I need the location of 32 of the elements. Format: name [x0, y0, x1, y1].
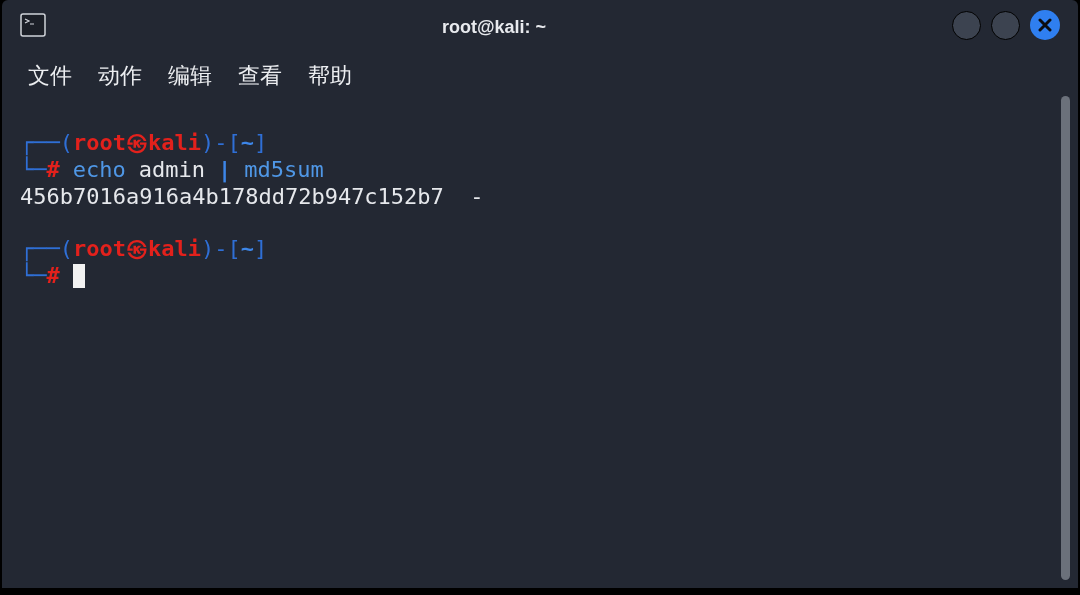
- prompt-user-host: root㉿kali: [73, 130, 201, 157]
- terminal-icon: [20, 13, 46, 37]
- command-text: md5sum: [244, 156, 324, 183]
- close-icon: [1038, 18, 1052, 32]
- close-button[interactable]: [1030, 10, 1060, 40]
- scrollbar[interactable]: [1061, 96, 1070, 580]
- prompt-directory: ~: [240, 130, 254, 157]
- prompt-symbol: #: [46, 156, 60, 183]
- prompt-symbol: #: [46, 262, 60, 289]
- prompt-directory: ~: [240, 236, 254, 263]
- menu-item[interactable]: 查看: [238, 58, 282, 92]
- prompt-frame: └─: [20, 156, 47, 183]
- menu-item[interactable]: 文件: [28, 58, 72, 92]
- text-cursor: [72, 263, 85, 288]
- prompt-frame: ┌──(: [20, 236, 73, 263]
- prompt-frame: └─: [20, 262, 47, 289]
- prompt-user-host: root㉿kali: [73, 236, 201, 263]
- prompt-frame: ┌──(: [20, 130, 73, 157]
- menu-item[interactable]: 帮助: [308, 58, 352, 92]
- prompt-frame: )-[: [200, 130, 241, 157]
- prompt-frame: )-[: [200, 236, 241, 263]
- menu-item[interactable]: 编辑: [168, 58, 212, 92]
- window-title: root@kali: ~: [442, 16, 547, 39]
- argument-text: admin: [138, 156, 205, 183]
- command-text: echo: [72, 156, 126, 183]
- output-text: 456b7016a916a4b178dd72b947c152b7 -: [20, 184, 484, 211]
- prompt-frame: ]: [253, 236, 268, 263]
- pipe-symbol: |: [217, 156, 232, 183]
- prompt-frame: ]: [253, 130, 268, 157]
- minimize-button[interactable]: [952, 10, 981, 40]
- maximize-button[interactable]: [991, 10, 1020, 40]
- menu-item[interactable]: 动作: [98, 58, 142, 92]
